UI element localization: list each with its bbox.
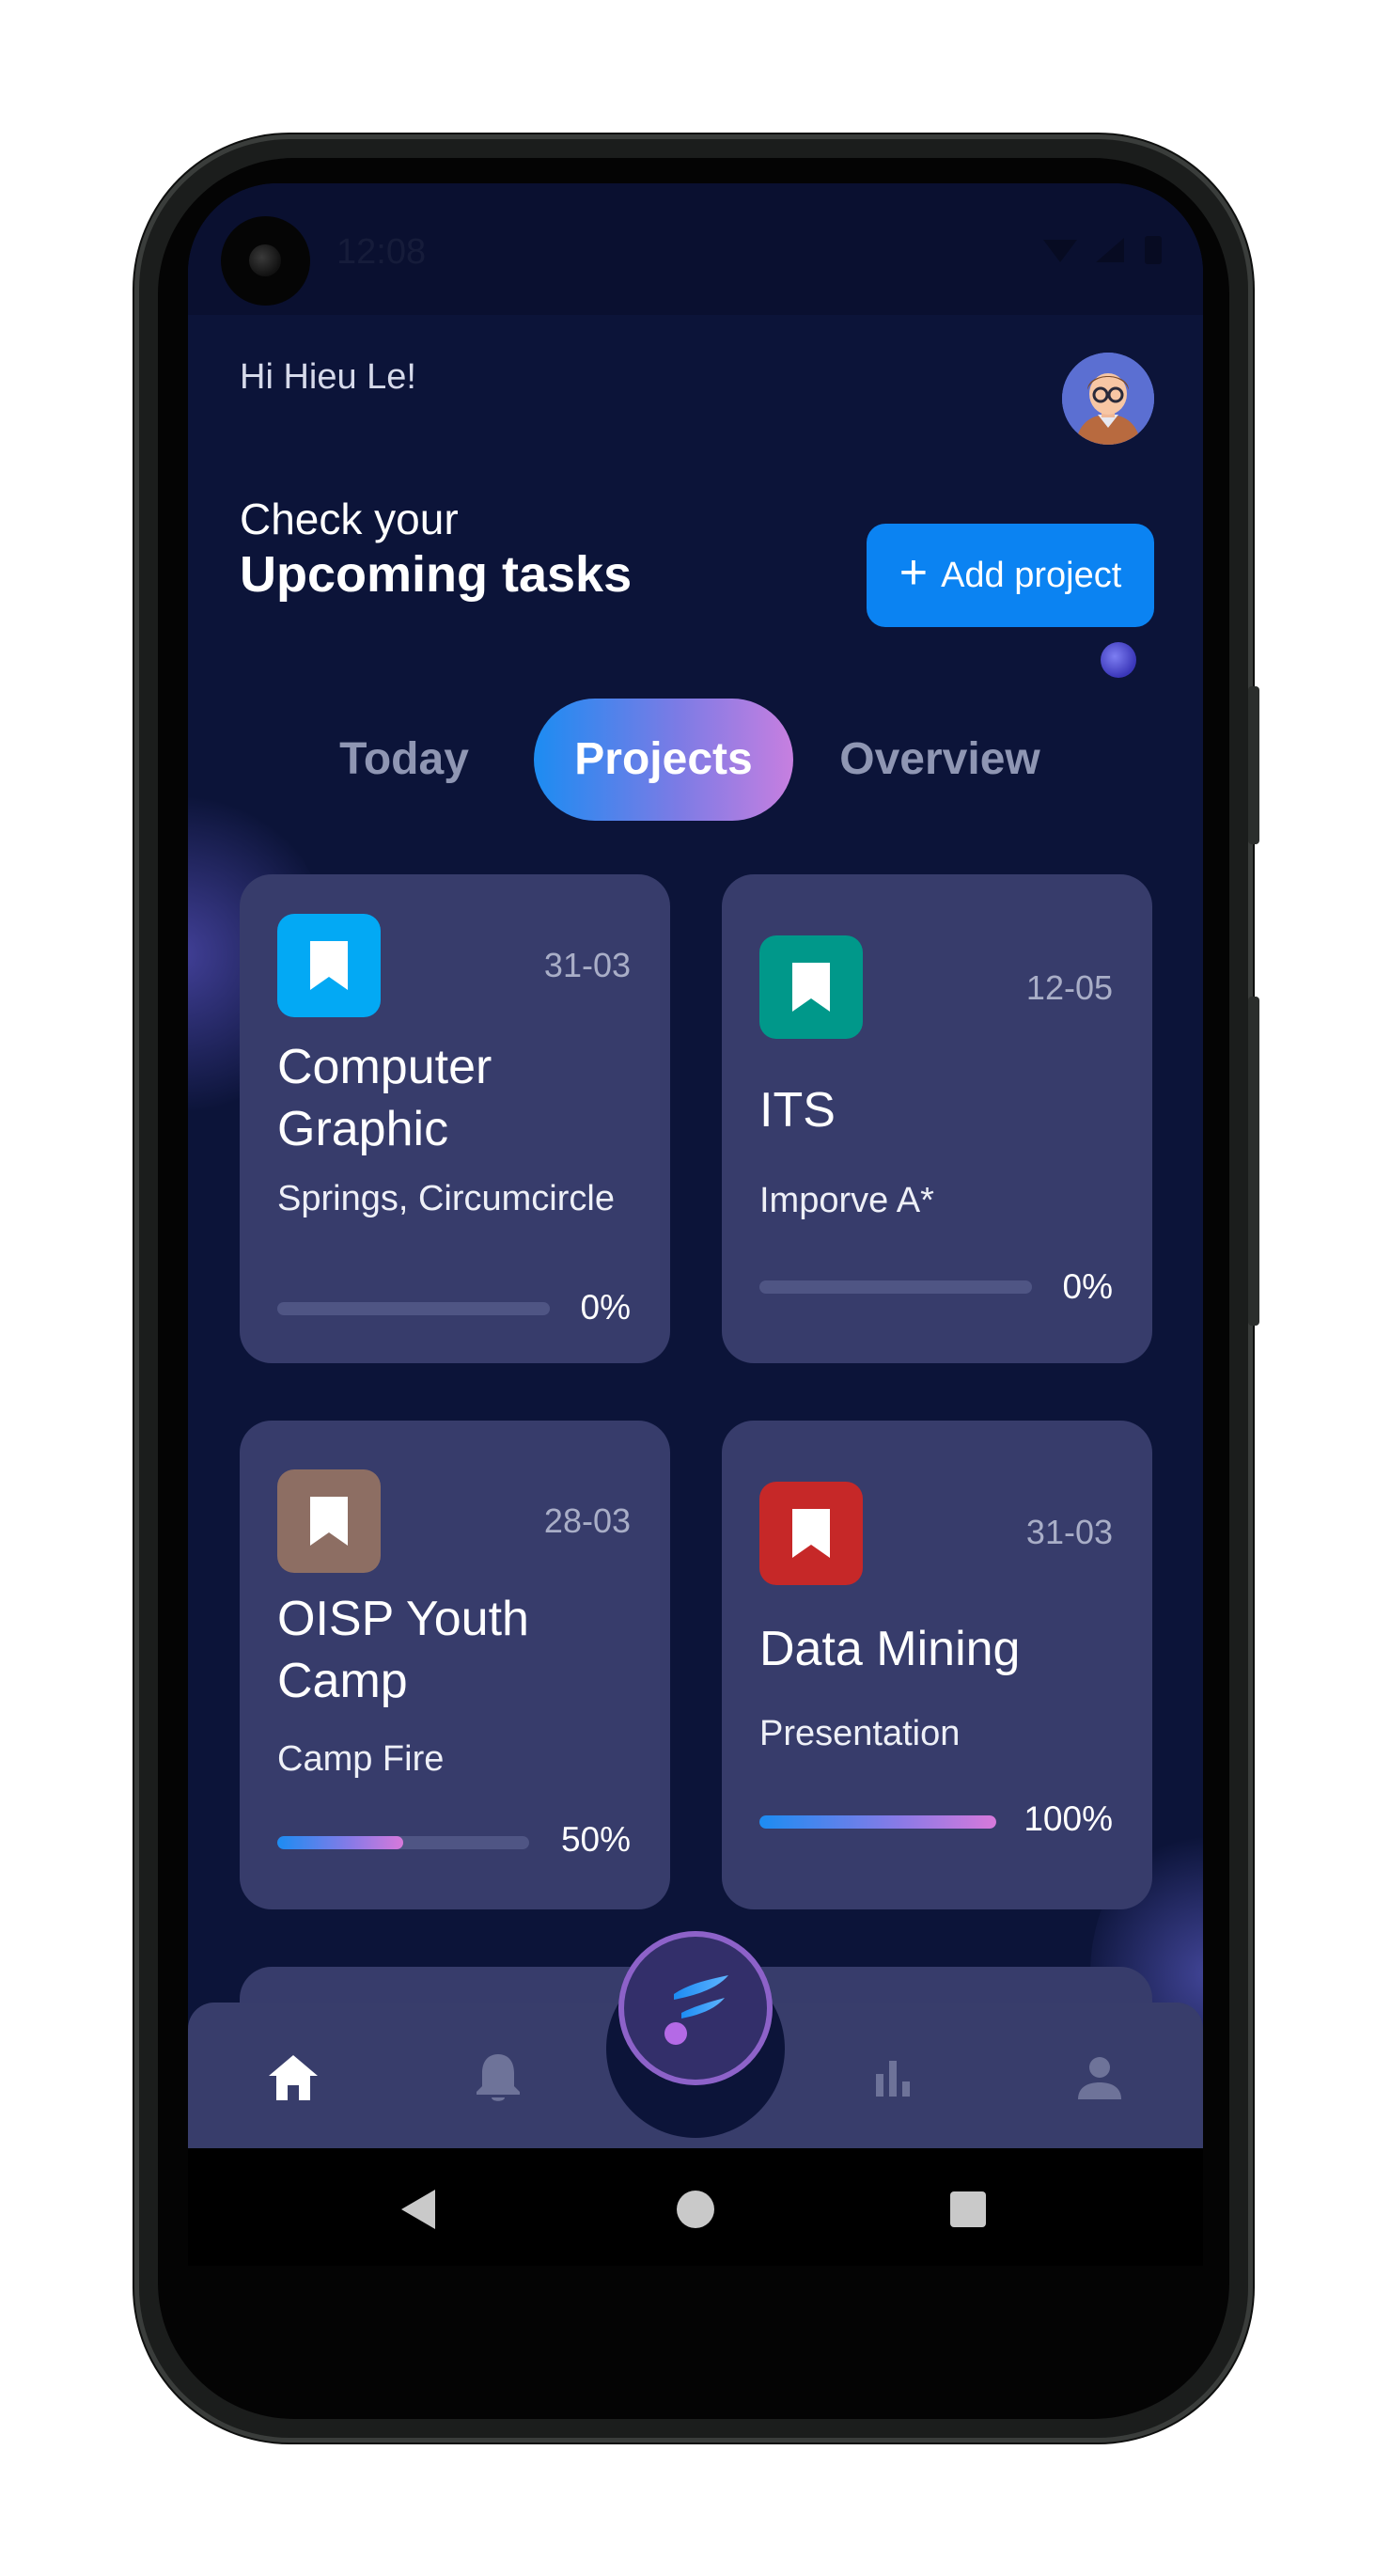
system-back-button[interactable]: [390, 2181, 446, 2238]
progress-label: 0%: [1062, 1267, 1113, 1306]
project-date: 31-03: [543, 946, 631, 984]
bookmark-icon: [759, 1482, 863, 1585]
project-description: Imporve A*: [759, 1181, 934, 1220]
home-circle-icon: [677, 2191, 714, 2228]
chart-icon: [876, 2061, 910, 2097]
project-title: Computer Graphic: [277, 1040, 492, 1156]
project-title: OISP Youth Camp: [277, 1592, 529, 1708]
bookmark-icon: [277, 1469, 381, 1573]
system-nav-bar: [188, 2148, 1203, 2266]
nav-profile[interactable]: [1062, 2040, 1137, 2115]
signal-icon: [1043, 236, 1162, 264]
add-project-button[interactable]: + Add project: [867, 524, 1154, 627]
progress-label: 50%: [560, 1820, 631, 1859]
person-icon: [1078, 2057, 1121, 2099]
nav-home[interactable]: [256, 2040, 331, 2115]
progress-fill: [759, 1815, 996, 1829]
project-description: Presentation: [759, 1714, 961, 1753]
project-date: 31-03: [1025, 1513, 1113, 1551]
front-camera: [221, 216, 310, 306]
nav-notifications[interactable]: [461, 2040, 536, 2115]
progress-bar: [759, 1815, 996, 1829]
status-bar: 12:08: [188, 183, 1203, 315]
project-description: Camp Fire: [277, 1739, 445, 1779]
bookmark-icon: [759, 935, 863, 1039]
subtitle-text: Check your: [240, 495, 459, 543]
decor-dot: [1101, 642, 1136, 678]
greeting-text: Hi Hieu Le!: [240, 357, 416, 397]
project-card[interactable]: 31-03 Data Mining Presentation 100%: [722, 1421, 1152, 1909]
app-logo-icon: [664, 1975, 728, 2045]
power-button: [1248, 686, 1259, 844]
progress-fill: [277, 1836, 403, 1849]
project-description: Springs, Circumcircle: [277, 1179, 615, 1218]
plus-icon: +: [899, 545, 929, 600]
tab-projects[interactable]: Projects: [534, 699, 793, 821]
add-project-label: Add project: [941, 555, 1122, 595]
progress-bar: [759, 1280, 1032, 1294]
battery-icon: [1145, 236, 1162, 264]
volume-button: [1248, 997, 1259, 1326]
avatar[interactable]: [1062, 353, 1154, 445]
status-time: 12:08: [336, 232, 427, 272]
bottom-nav: [188, 1931, 1203, 2266]
app-logo-button[interactable]: [618, 1931, 773, 2085]
app-screen: 12:08 Hi Hieu Le! Check your Upcoming ta…: [188, 183, 1203, 2266]
nav-stats[interactable]: [855, 2040, 930, 2115]
project-date: 28-03: [543, 1501, 631, 1540]
progress-bar: [277, 1836, 529, 1849]
project-date: 12-05: [1025, 968, 1113, 1007]
progress-label: 100%: [1024, 1799, 1113, 1838]
system-recents-button[interactable]: [940, 2181, 996, 2238]
system-home-button[interactable]: [667, 2181, 724, 2238]
project-card[interactable]: 28-03 OISP Youth Camp Camp Fire 50%: [240, 1421, 670, 1909]
page-title: Upcoming tasks: [240, 546, 633, 603]
status-icons: [1041, 232, 1182, 278]
project-card[interactable]: 31-03 Computer Graphic Springs, Circumci…: [240, 874, 670, 1363]
project-title: ITS: [759, 1083, 836, 1138]
progress-label: 0%: [580, 1288, 631, 1327]
project-title: Data Mining: [759, 1622, 1021, 1676]
recents-square-icon: [950, 2191, 986, 2227]
avatar-icon: [1062, 353, 1154, 445]
tab-overview[interactable]: Overview: [808, 699, 1071, 821]
tab-today[interactable]: Today: [310, 699, 498, 821]
progress-bar: [277, 1302, 550, 1315]
bookmark-icon: [277, 914, 381, 1017]
project-card[interactable]: 12-05 ITS Imporve A* 0%: [722, 874, 1152, 1363]
back-triangle-icon: [401, 2190, 435, 2229]
home-icon: [269, 2055, 318, 2100]
tab-bar: Today Projects Overview: [188, 699, 1203, 821]
bell-icon: [477, 2054, 520, 2101]
